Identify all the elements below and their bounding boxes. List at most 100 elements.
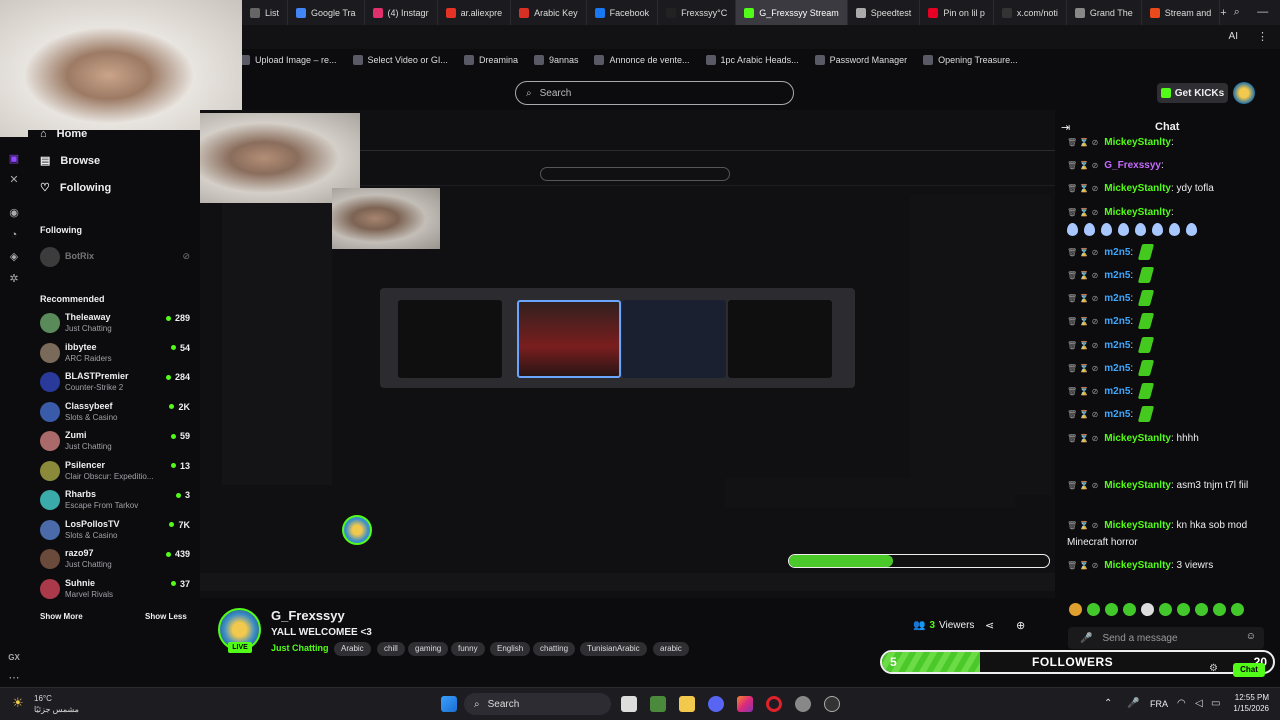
emote-icon[interactable] (1141, 603, 1154, 616)
stream-category[interactable]: Just Chatting (271, 643, 329, 653)
bookmark-item[interactable]: Annonce de vente... (594, 55, 690, 65)
chat-username[interactable]: m2n5 (1104, 270, 1130, 281)
task-view-icon[interactable] (621, 696, 637, 712)
chat-username[interactable]: MickeyStanlty (1104, 183, 1171, 194)
emote-icon[interactable] (1159, 603, 1172, 616)
taskbar-search[interactable]: ⌕ Search (464, 693, 611, 715)
chat-send-button[interactable]: Chat (1233, 663, 1265, 677)
sidebar-channel[interactable]: Rharbs Escape From Tarkov 3 (40, 487, 190, 513)
clock[interactable]: 12:55 PM 1/15/2026 (1232, 692, 1269, 714)
bookmark-item[interactable]: Upload Image – re... (240, 55, 337, 65)
windows-start-icon[interactable] (441, 696, 457, 712)
sidebar-channel[interactable]: Psilencer Clair Obscur: Expeditio... 13 (40, 458, 190, 484)
minecraft-icon[interactable] (650, 696, 666, 712)
opera-gx-icon[interactable] (766, 696, 782, 712)
settings-icon[interactable]: ✲ (7, 272, 21, 286)
chat-username[interactable]: MickeyStanlty (1104, 480, 1171, 491)
nav-following[interactable]: ♡ Following (40, 181, 111, 195)
browser-tab[interactable]: Google Tra (288, 0, 365, 25)
sidebar-channel[interactable]: Theleaway Just Chatting 289 (40, 310, 190, 336)
chat-username[interactable]: m2n5 (1104, 247, 1130, 258)
browser-tab[interactable]: Arabic Key (511, 0, 587, 25)
twitch-icon[interactable]: ▣ (7, 152, 21, 166)
x-icon[interactable]: ✕ (7, 173, 21, 187)
chat-username[interactable]: m2n5 (1104, 409, 1130, 420)
following-botrix[interactable]: BotRix ⊘ (40, 244, 190, 270)
stream-tag[interactable]: chatting (533, 642, 576, 656)
bookmark-item[interactable]: Password Manager (814, 55, 907, 65)
stream-tag[interactable]: arabic (653, 642, 689, 656)
unreal-icon[interactable] (824, 696, 840, 712)
share-icon[interactable]: ⋖ (985, 619, 994, 632)
more-icon[interactable]: ⋯ (7, 671, 21, 685)
chat-username[interactable]: G_Frexssyy (1104, 160, 1161, 171)
chat-username[interactable]: m2n5 (1104, 340, 1130, 351)
nav-browse[interactable]: ▤ Browse (40, 154, 100, 168)
minimize-icon[interactable]: — (1253, 6, 1273, 19)
browser-tab[interactable]: Pin on lil p (920, 0, 994, 25)
chat-settings-icon[interactable]: ⚙ (1209, 663, 1218, 674)
steam-icon[interactable] (795, 696, 811, 712)
chat-username[interactable]: m2n5 (1104, 293, 1130, 304)
chat-username[interactable]: MickeyStanlty (1104, 433, 1171, 444)
show-more-button[interactable]: Show More (40, 612, 83, 621)
emote-icon[interactable] (1087, 603, 1100, 616)
instagram-icon[interactable] (737, 696, 753, 712)
browser-tab[interactable]: G_Frexssyy Stream (736, 0, 848, 25)
battery-icon[interactable]: ▭ (1211, 698, 1220, 709)
bookmark-item[interactable]: Dreamina (463, 55, 518, 65)
menu-icon[interactable]: ⋮ (1257, 30, 1268, 43)
emote-icon[interactable] (1195, 603, 1208, 616)
chat-username[interactable]: MickeyStanlty (1104, 560, 1171, 571)
stream-tag[interactable]: chill (377, 642, 405, 656)
streamer-name[interactable]: G_Frexssyy (271, 608, 345, 623)
tray-chevron-icon[interactable]: ⌃ (1104, 698, 1112, 709)
browser-tab[interactable]: Facebook (587, 0, 659, 25)
emote-icon[interactable] (1105, 603, 1118, 616)
emote-icon[interactable] (1231, 603, 1244, 616)
chat-username[interactable]: m2n5 (1104, 316, 1130, 327)
emote-icon[interactable] (1123, 603, 1136, 616)
bookmark-item[interactable]: 9annas (533, 55, 578, 65)
file-explorer-icon[interactable] (679, 696, 695, 712)
ai-button[interactable]: AI (1229, 31, 1238, 42)
browser-tab[interactable]: Grand The (1067, 0, 1142, 25)
language-indicator[interactable]: FRA (1150, 699, 1168, 709)
sidebar-channel[interactable]: ibbytee ARC Raiders 54 (40, 340, 190, 366)
collapse-chat-icon[interactable]: ⇥ (1061, 121, 1070, 134)
volume-icon[interactable]: ◁ (1195, 698, 1203, 709)
chat-username[interactable]: m2n5 (1104, 386, 1130, 397)
emote-icon[interactable] (1069, 603, 1082, 616)
show-less-button[interactable]: Show Less (145, 612, 187, 621)
browser-tab[interactable]: ar.aliexpre (438, 0, 512, 25)
emote-icon[interactable] (1213, 603, 1226, 616)
follow-icon[interactable]: ⊕ (1016, 619, 1025, 632)
browser-tab[interactable]: Speedtest (848, 0, 921, 25)
weather-widget[interactable]: 16°C مشمس جزئيًا (34, 693, 79, 715)
sidebar-channel[interactable]: razo97 Just Chatting 439 (40, 546, 190, 572)
stream-tag[interactable]: gaming (408, 642, 449, 656)
browser-tab[interactable]: Frexssyy°C (658, 0, 737, 25)
bookmark-item[interactable]: Select Video or GI... (352, 55, 448, 65)
sidebar-channel[interactable]: LosPollosTV Slots & Casino 7K (40, 517, 190, 543)
search-icon[interactable]: ⌕ (1227, 6, 1247, 19)
emoji-icon[interactable]: ☺ (1246, 631, 1256, 642)
sidebar-channel[interactable]: Suhnie Marvel Rivals 37 (40, 576, 190, 602)
browser-tab[interactable]: (4) Instagr (365, 0, 438, 25)
browser-tab[interactable]: Stream and (1142, 0, 1221, 25)
stream-tag[interactable]: Arabic (334, 642, 371, 656)
cube-icon[interactable]: ◈ (7, 250, 21, 264)
stream-tag[interactable]: English (490, 642, 531, 656)
bookmark-item[interactable]: 1pc Arabic Heads... (705, 55, 799, 65)
stream-tag[interactable]: funny (451, 642, 485, 656)
stream-tag[interactable]: TunisianArabic (580, 642, 647, 656)
chat-username[interactable]: m2n5 (1104, 363, 1130, 374)
chat-username[interactable]: MickeyStanlty (1104, 207, 1171, 218)
mic-icon[interactable]: 🎤 (1127, 698, 1139, 709)
sidebar-channel[interactable]: Zumi Just Chatting 59 (40, 428, 190, 454)
wifi-icon[interactable]: ◠ (1177, 698, 1186, 709)
sidebar-channel[interactable]: BLASTPremier Counter-Strike 2 284 (40, 369, 190, 395)
user-avatar[interactable] (1233, 82, 1255, 104)
browser-tab[interactable]: List (242, 0, 289, 25)
nav-home[interactable]: ⌂ Home (40, 128, 87, 140)
